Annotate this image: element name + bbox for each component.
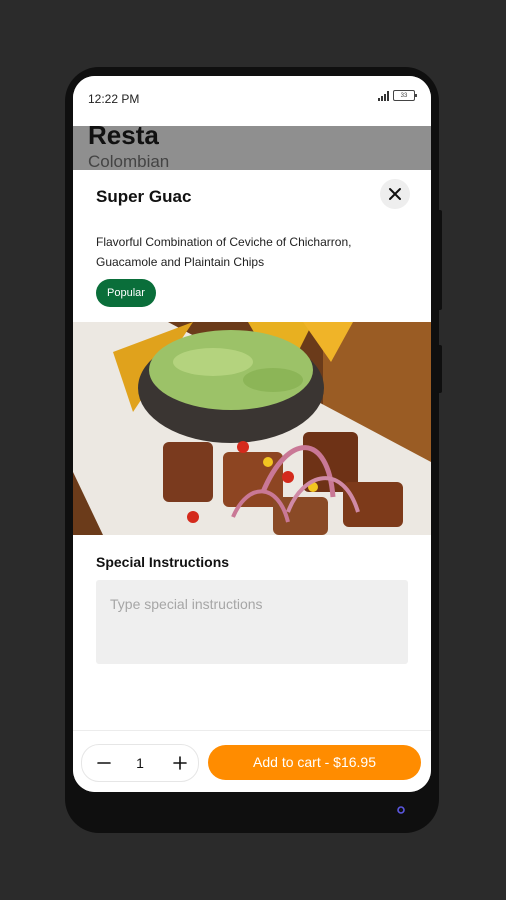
footer-divider: [73, 730, 431, 731]
power-button: [437, 345, 442, 393]
nav-indicator-icon: [397, 806, 405, 814]
battery-icon: 33: [393, 90, 417, 101]
restaurant-cuisine: Colombian: [88, 152, 170, 170]
decrease-quantity-button[interactable]: [86, 745, 122, 781]
food-photo: [73, 322, 431, 535]
item-description: Flavorful Combination of Ceviche of Chic…: [96, 235, 352, 269]
battery-level: 33: [400, 92, 408, 99]
item-title: Super Guac: [96, 187, 192, 206]
quantity-stepper: 1: [81, 744, 199, 782]
add-to-cart-button[interactable]: Add to cart - $16.95: [208, 745, 421, 780]
close-icon: [389, 188, 401, 200]
minus-icon: [97, 762, 111, 764]
quantity-value: 1: [136, 755, 144, 771]
special-instructions-input[interactable]: [96, 580, 408, 664]
popular-badge: Popular: [96, 279, 156, 307]
restaurant-header: Resta Colombian: [73, 126, 431, 170]
close-button[interactable]: [380, 179, 410, 209]
item-detail-sheet: Super Guac Flavorful Combination of Cevi…: [73, 170, 431, 792]
status-bar: 12:22 PM 33: [73, 76, 431, 126]
status-time: 12:22 PM: [88, 92, 140, 106]
increase-quantity-button[interactable]: [162, 745, 198, 781]
restaurant-name: Resta: [88, 126, 159, 150]
plus-icon: [173, 756, 187, 770]
volume-button: [437, 210, 442, 310]
status-icons: 33: [378, 90, 417, 101]
signal-icon: [378, 90, 389, 101]
special-instructions-label: Special Instructions: [96, 554, 230, 570]
phone-screen: 12:22 PM 33 Resta Colombian Super Guac F…: [73, 76, 431, 792]
